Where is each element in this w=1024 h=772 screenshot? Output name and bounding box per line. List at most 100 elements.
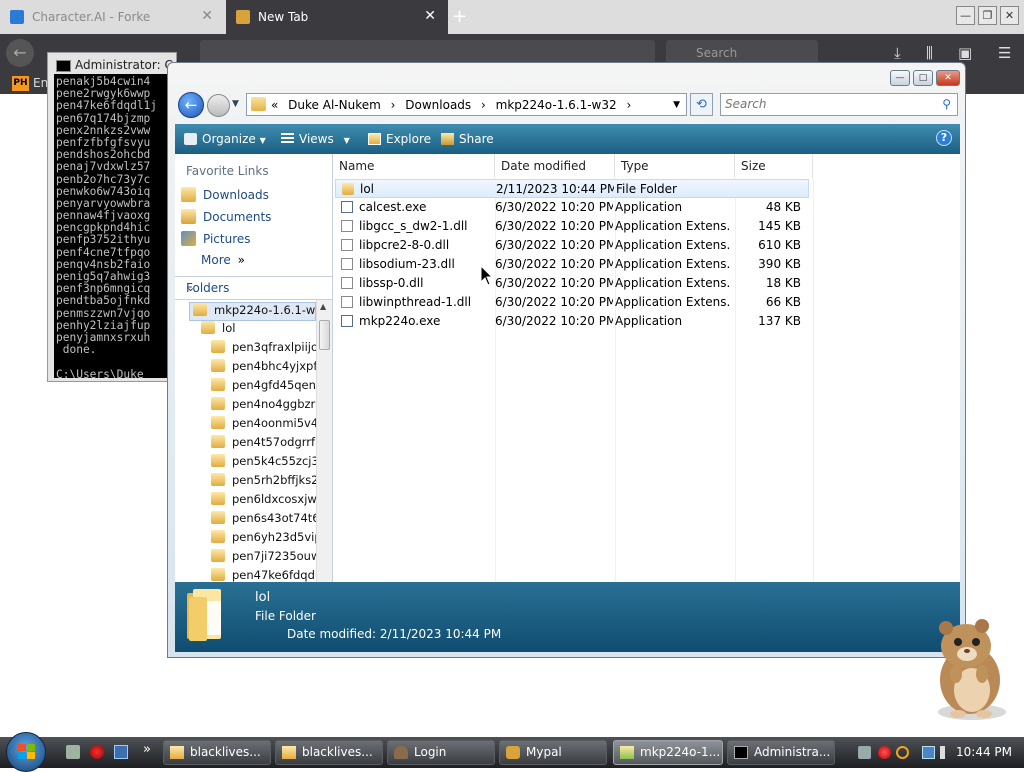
file-type: File Folder bbox=[616, 182, 677, 196]
tray-app-icon[interactable] bbox=[858, 746, 871, 759]
tray-security-icon[interactable] bbox=[878, 746, 891, 759]
file-row[interactable]: libpcre2-8-0.dll 6/30/2022 10:20 PM Applic… bbox=[335, 236, 809, 255]
tree-item[interactable]: pen4oonmi5v4 bbox=[211, 416, 316, 435]
downloads-icon[interactable]: ⤓ bbox=[894, 44, 901, 62]
scrollbar-thumb[interactable] bbox=[319, 320, 330, 350]
forward-arrow-icon[interactable] bbox=[207, 94, 230, 117]
favorite-documents[interactable]: Documents bbox=[181, 209, 271, 229]
file-date: 2/11/2023 10:44 PM bbox=[496, 182, 614, 196]
file-row[interactable]: libssp-0.dll 6/30/2022 10:20 PM Applicatio… bbox=[335, 274, 809, 293]
tree-item[interactable]: pen4no4ggbzr bbox=[211, 397, 315, 416]
minimize-icon[interactable]: — bbox=[956, 6, 975, 25]
close-icon[interactable]: ✕ bbox=[1000, 6, 1019, 25]
taskbar-button-mypal[interactable]: Mypal bbox=[499, 740, 607, 765]
organize-button[interactable]: Organize ▼ bbox=[184, 132, 266, 146]
new-tab-plus-icon[interactable]: + bbox=[452, 6, 467, 27]
search-input[interactable] bbox=[725, 97, 925, 111]
taskbar-button-login[interactable]: Login bbox=[387, 740, 495, 765]
taskbar-button-blacklives-2[interactable]: blacklives... bbox=[275, 740, 383, 765]
file-row[interactable]: lol 2/11/2023 10:44 PM File Folder bbox=[335, 179, 809, 198]
breadcrumb-mkp224o[interactable]: mkp224o-1.6.1-w32 bbox=[496, 98, 617, 112]
column-date-modified[interactable]: Date modified bbox=[495, 154, 615, 178]
file-row[interactable]: calcest.exe 6/30/2022 10:20 PM Application… bbox=[335, 198, 809, 217]
maximize-icon[interactable]: □ bbox=[913, 70, 933, 86]
breadcrumb-downloads[interactable]: Downloads bbox=[405, 98, 471, 112]
quick-launch-overflow-icon[interactable]: » bbox=[143, 742, 151, 757]
back-arrow-icon[interactable]: ← bbox=[6, 39, 34, 67]
quick-launch-tool-icon[interactable] bbox=[66, 745, 80, 759]
taskbar-button-mkp224o[interactable]: mkp224o-1... bbox=[613, 740, 723, 765]
tree-item[interactable]: pen3qfraxlpiijo bbox=[211, 340, 316, 359]
close-icon[interactable]: ✕ bbox=[936, 70, 960, 86]
close-tab-icon[interactable]: ✕ bbox=[201, 9, 213, 23]
menu-icon[interactable]: ☰ bbox=[998, 44, 1011, 62]
restore-icon[interactable]: ❐ bbox=[978, 6, 997, 25]
taskbar-button-administrator[interactable]: Administra... bbox=[727, 740, 835, 765]
folder-tree: mkp224o-1.6.1-w3 lol pen3qfraxlpiijo pen4bh… bbox=[175, 300, 316, 582]
tree-item[interactable]: lol bbox=[201, 321, 235, 340]
tree-item[interactable]: pen4bhc4yjxpf bbox=[211, 359, 316, 378]
organize-icon bbox=[184, 133, 197, 145]
help-icon[interactable]: ? bbox=[936, 130, 952, 146]
explore-button[interactable]: Explore bbox=[368, 132, 431, 146]
favorite-pictures[interactable]: Pictures bbox=[181, 231, 251, 251]
file-row[interactable]: libsodium-23.dll 6/30/2022 10:20 PM Applic… bbox=[335, 255, 809, 274]
tree-item[interactable]: pen6s43ot74t6 bbox=[211, 511, 316, 530]
tray-volume-icon[interactable] bbox=[940, 746, 953, 759]
tree-item[interactable]: pen6ldxcosxjw bbox=[211, 492, 316, 511]
file-row[interactable]: libgcc_s_dw2-1.dll 6/30/2022 10:20 PM Appl… bbox=[335, 217, 809, 236]
tray-search-icon[interactable] bbox=[896, 746, 909, 759]
tree-scrollbar[interactable]: ▲ bbox=[316, 300, 332, 582]
taskbar-button-blacklives-1[interactable]: blacklives... bbox=[163, 740, 271, 765]
browser-tab-characterai[interactable]: Character.AI - Forke ✕ bbox=[0, 0, 225, 34]
recent-pages-dropdown-icon[interactable]: ▼ bbox=[232, 99, 239, 109]
scroll-up-icon[interactable]: ▲ bbox=[320, 302, 326, 311]
clock[interactable]: 10:44 PM bbox=[956, 745, 1012, 759]
file-row[interactable]: mkp224o.exe 6/30/2022 10:20 PM Application… bbox=[335, 312, 809, 331]
breadcrumb-duke[interactable]: Duke Al-Nukem bbox=[288, 98, 381, 112]
bookmark-label[interactable]: En bbox=[33, 76, 48, 90]
tree-item[interactable]: pen4gfd45qen bbox=[211, 378, 316, 397]
sidebar-icon[interactable]: ▣ bbox=[958, 44, 972, 62]
favorite-downloads[interactable]: Downloads bbox=[181, 187, 269, 207]
cmd-console-output[interactable]: penakj5b4cwin4 pene2rwgyk6wwp pen47ke6fdqd… bbox=[54, 74, 170, 378]
breadcrumb-separator[interactable]: › bbox=[481, 98, 486, 112]
search-box[interactable]: ⚲ bbox=[720, 93, 958, 116]
search-icon[interactable]: ⚲ bbox=[942, 97, 951, 111]
views-button[interactable]: Views ▼ bbox=[281, 132, 350, 146]
column-type[interactable]: Type bbox=[615, 154, 735, 178]
explorer-window[interactable]: — □ ✕ ← ▼ « Duke Al-Nukem › Downloads › … bbox=[167, 62, 966, 658]
breadcrumb-overflow[interactable]: « bbox=[271, 98, 278, 112]
file-date: 6/30/2022 10:20 PM bbox=[495, 219, 613, 233]
refresh-icon[interactable]: ⟲ bbox=[690, 93, 713, 116]
favorite-more[interactable]: More » bbox=[201, 253, 245, 273]
column-size[interactable]: Size bbox=[735, 154, 813, 178]
minimize-icon[interactable]: — bbox=[890, 70, 910, 86]
tree-item[interactable]: pen7ji7235ouw bbox=[211, 549, 316, 568]
library-icon[interactable]: ⫼ bbox=[926, 44, 933, 62]
breadcrumb-separator[interactable]: › bbox=[391, 98, 396, 112]
tree-item[interactable]: pen5rh2bffjks2 bbox=[211, 473, 316, 492]
quick-launch-monitor-icon[interactable] bbox=[114, 745, 128, 759]
tree-item[interactable]: pen6yh23d5vip bbox=[211, 530, 316, 549]
tree-item[interactable]: pen47ke6fdqdl bbox=[211, 568, 316, 582]
column-name[interactable]: Name bbox=[333, 154, 495, 178]
share-button[interactable]: Share bbox=[441, 132, 494, 146]
back-arrow-icon[interactable]: ← bbox=[178, 92, 204, 118]
bookmark-ph-icon[interactable]: PH bbox=[12, 76, 29, 91]
tree-item[interactable]: pen5k4c55zcj3 bbox=[211, 454, 316, 473]
breadcrumb-separator[interactable]: › bbox=[626, 98, 631, 112]
close-tab-icon[interactable]: ✕ bbox=[424, 9, 436, 23]
tray-network-icon[interactable] bbox=[922, 746, 935, 759]
chevron-down-icon[interactable]: ▼ bbox=[673, 100, 680, 110]
tree-item[interactable]: pen4t57odgrrf bbox=[211, 435, 315, 454]
address-bar[interactable]: « Duke Al-Nukem › Downloads › mkp224o-1.… bbox=[246, 93, 687, 116]
browser-tab-new-tab[interactable]: New Tab ✕ bbox=[226, 0, 448, 34]
start-button[interactable] bbox=[6, 732, 46, 772]
file-row[interactable]: libwinpthread-1.dll 6/30/2022 10:20 PM App… bbox=[335, 293, 809, 312]
quick-launch-shield-icon[interactable] bbox=[90, 745, 104, 759]
tree-item[interactable]: mkp224o-1.6.1-w3 bbox=[189, 302, 316, 321]
folders-header[interactable]: Folders ⌄ bbox=[175, 276, 332, 300]
tree-item-label: pen4t57odgrrf bbox=[232, 435, 316, 449]
